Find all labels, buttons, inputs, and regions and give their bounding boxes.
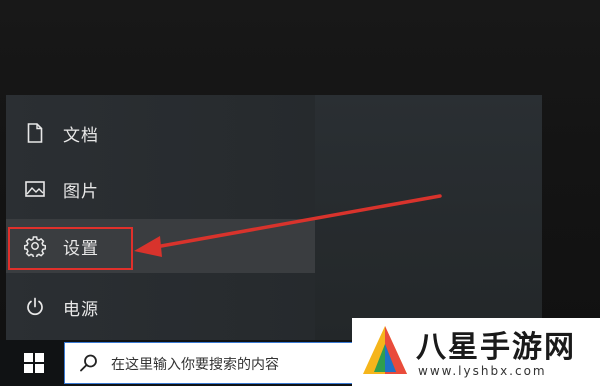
watermark: 八星手游网 www.lyshbx.com xyxy=(352,318,600,386)
windows-logo-icon xyxy=(24,353,44,373)
windows-start-button[interactable] xyxy=(24,353,44,373)
search-input[interactable]: 在这里输入你要搜索的内容 xyxy=(111,354,279,374)
watermark-title: 八星手游网 xyxy=(416,330,576,365)
watermark-logo-icon xyxy=(360,324,410,384)
search-icon xyxy=(79,353,99,377)
taskbar-search-box[interactable]: 在这里输入你要搜索的内容 xyxy=(64,342,354,384)
watermark-url: www.lyshbx.com xyxy=(418,364,547,378)
